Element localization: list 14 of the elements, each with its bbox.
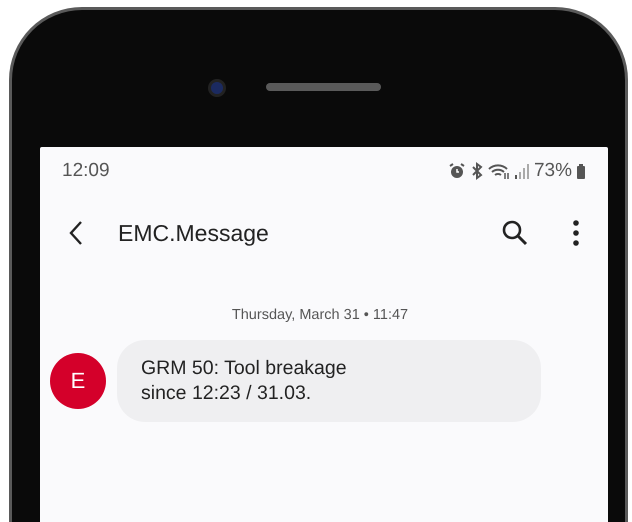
conversation-title: EMC.Message: [118, 220, 270, 246]
more-options-icon[interactable]: [572, 220, 580, 246]
status-time: 12:09: [62, 160, 110, 182]
bluetooth-icon: [470, 162, 484, 180]
avatar[interactable]: E: [50, 353, 106, 409]
battery-percent: 73%: [534, 160, 572, 182]
search-icon[interactable]: [501, 219, 529, 247]
signal-icon: [514, 162, 530, 180]
alarm-icon: [448, 162, 466, 180]
message-bubble: GRM 50: Tool breakage since 12:23 / 31.03.: [117, 340, 541, 422]
camera-icon: [208, 79, 226, 97]
date-divider: Thursday, March 31 • 11:47: [230, 307, 410, 323]
wifi-icon: [488, 162, 510, 180]
battery-icon: [576, 162, 586, 180]
